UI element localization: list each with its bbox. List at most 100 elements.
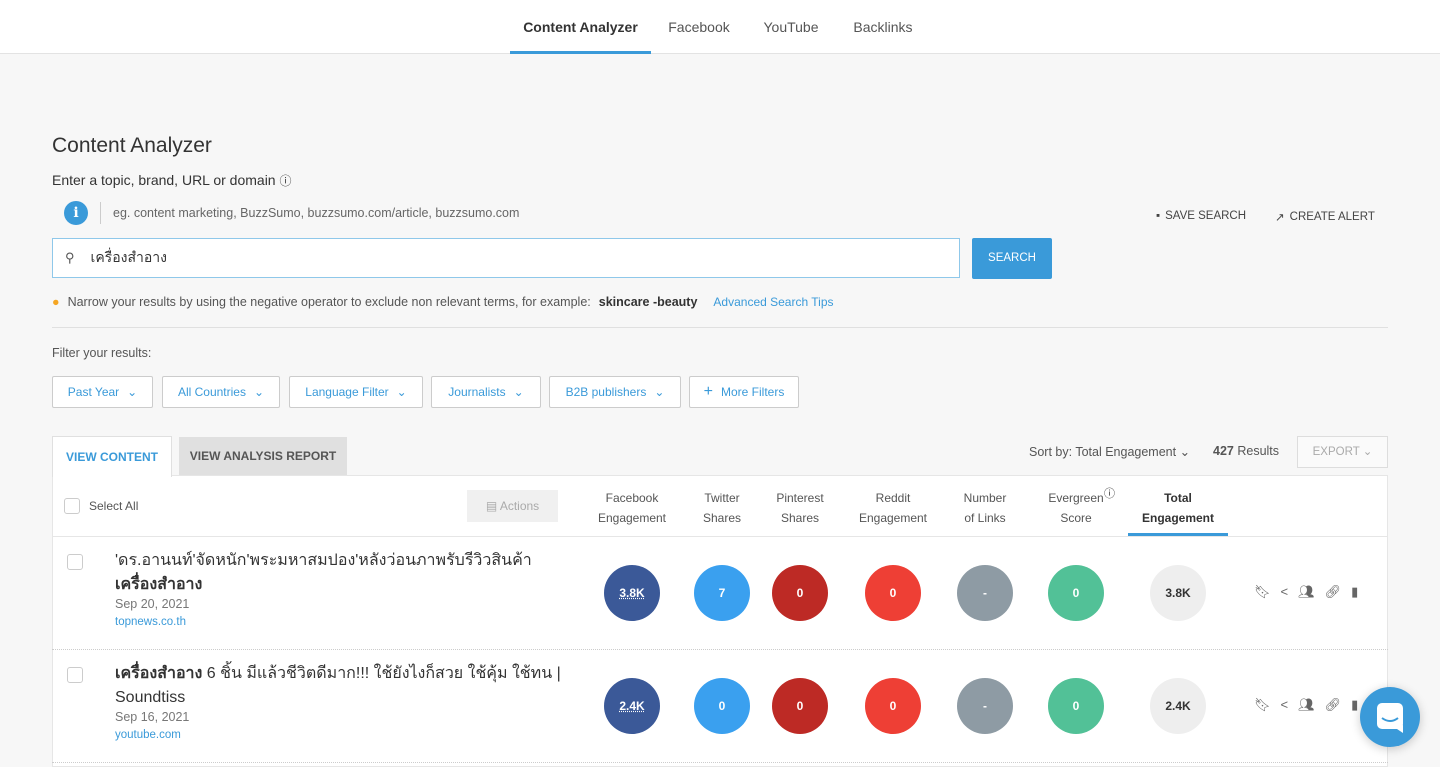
article-domain-link[interactable]: youtube.com	[115, 729, 565, 741]
article-title-link[interactable]: เครื่องสำอาง 6 ชิ้น มีแล้วชีวิตดีมาก!!! …	[115, 662, 565, 710]
column-header-facebook-engagement[interactable]: Facebook Engagement	[582, 488, 682, 528]
filter-label: Journalists	[448, 385, 506, 399]
tip-text: Narrow your results by using the negativ…	[67, 295, 591, 309]
filter-journalists[interactable]: Journalists ⌄	[431, 376, 541, 408]
tab-facebook[interactable]: Facebook	[660, 0, 738, 54]
share-icon[interactable]: <	[1281, 584, 1289, 600]
row-actions: 🔖︎ < 👥︎ 🔗︎ ▮	[1254, 697, 1358, 713]
save-search-label: SAVE SEARCH	[1165, 210, 1247, 222]
example-hint: i eg. content marketing, BuzzSumo, buzzs…	[64, 200, 519, 226]
sort-dropdown[interactable]: Sort by: Total Engagement ⌄	[1029, 444, 1190, 459]
create-alert-label: CREATE ALERT	[1289, 211, 1375, 223]
bookmark-icon[interactable]: 🔖︎	[1254, 584, 1271, 600]
link-icon[interactable]: 🔗︎	[1325, 584, 1342, 600]
search-label: Enter a topic, brand, URL or domain ⓘ	[52, 172, 292, 189]
divider	[100, 202, 101, 224]
trend-icon: ↗	[1275, 212, 1285, 224]
article-domain-link[interactable]: topnews.co.th	[115, 616, 565, 628]
header-line: Engagement	[858, 511, 928, 525]
info-icon[interactable]: ⓘ	[280, 174, 292, 188]
tab-content-analyzer[interactable]: Content Analyzer	[510, 0, 651, 54]
share-icon[interactable]: <	[1281, 697, 1289, 713]
header-line: Score	[1060, 511, 1092, 525]
header-line: Pinterest	[776, 491, 824, 505]
save-search-button[interactable]: ▪ SAVE SEARCH	[1156, 210, 1246, 222]
filter-b2b[interactable]: B2B publishers ⌄	[549, 376, 681, 408]
chevron-down-icon: ⌄	[396, 385, 407, 399]
column-header-pinterest-shares[interactable]: Pinterest Shares	[750, 488, 850, 528]
select-all-checkbox[interactable]	[64, 498, 80, 514]
search-input[interactable]: ⚲ เครื่องสำอาง	[52, 238, 960, 278]
info-icon[interactable]: ⓘ	[1104, 485, 1115, 501]
save-icon: ▪	[1156, 210, 1161, 222]
actions-button[interactable]: ▤ Actions	[467, 490, 558, 522]
label-text: Enter a topic, brand, URL or domain	[52, 172, 276, 188]
row-checkbox[interactable]	[67, 554, 83, 570]
total-engagement-value[interactable]: 3.8K	[1150, 565, 1206, 621]
facebook-engagement-value[interactable]: 3.8K	[604, 565, 660, 621]
divider	[52, 762, 1388, 763]
export-label: EXPORT	[1312, 446, 1360, 458]
count-suffix: Results	[1237, 444, 1280, 458]
tab-backlinks[interactable]: Backlinks	[845, 0, 921, 54]
twitter-shares-value: 0	[694, 678, 750, 734]
filter-language[interactable]: Language Filter ⌄	[289, 376, 423, 408]
tab-view-analysis-report[interactable]: VIEW ANALYSIS REPORT	[179, 437, 347, 475]
number-of-links-value: -	[957, 565, 1013, 621]
count: 427	[1213, 444, 1234, 458]
row-checkbox[interactable]	[67, 667, 83, 683]
bookmark-icon[interactable]: 🔖︎	[1254, 697, 1271, 713]
search-button[interactable]: SEARCH	[972, 238, 1052, 279]
search-value: เครื่องสำอาง	[90, 249, 167, 265]
actions-label: Actions	[499, 499, 540, 513]
number-of-links-value: -	[957, 678, 1013, 734]
chat-icon	[1377, 703, 1403, 733]
title-highlight: เครื่องสำอาง	[115, 665, 203, 682]
top-nav: Content Analyzer Facebook YouTube Backli…	[0, 0, 1440, 54]
tab-view-content[interactable]: VIEW CONTENT	[52, 436, 172, 477]
filter-past-year[interactable]: Past Year ⌄	[52, 376, 153, 408]
tab-youtube[interactable]: YouTube	[752, 0, 830, 54]
column-header-reddit-engagement[interactable]: Reddit Engagement	[843, 488, 943, 528]
header-line: Shares	[780, 511, 820, 525]
create-alert-button[interactable]: ↗ CREATE ALERT	[1275, 210, 1375, 224]
results-count: 427 Results	[1213, 444, 1279, 458]
advanced-search-tips-link[interactable]: Advanced Search Tips	[713, 295, 833, 309]
bar-chart-icon[interactable]: ▮	[1351, 697, 1358, 713]
header-line: Total	[1164, 491, 1192, 505]
article-title-link[interactable]: 'ดร.อานนท์'จัดหนัก'พระมหาสมปอง'หลังว่อนภ…	[115, 549, 565, 597]
header-line: Number	[963, 491, 1007, 505]
divider	[52, 536, 1388, 537]
divider	[52, 649, 1388, 650]
link-icon[interactable]: 🔗︎	[1325, 697, 1342, 713]
reddit-engagement-value: 0	[865, 565, 921, 621]
search-icon: ⚲	[65, 250, 75, 265]
chevron-down-icon: ⌄	[127, 385, 138, 399]
title-part: 'ดร.อานนท์'จัดหนัก'พระมหาสมปอง'หลังว่อนภ…	[115, 552, 532, 569]
example-text: eg. content marketing, BuzzSumo, buzzsum…	[113, 206, 520, 220]
header-line: of Links	[964, 511, 1006, 525]
chevron-down-icon: ⌄	[1179, 445, 1191, 459]
bar-chart-icon[interactable]: ▮	[1351, 584, 1358, 600]
total-engagement-value[interactable]: 2.4K	[1150, 678, 1206, 734]
evergreen-score-value: 0	[1048, 678, 1104, 734]
header-line: Engagement	[597, 511, 667, 525]
search-tip: ● Narrow your results by using the negat…	[52, 295, 834, 309]
divider	[52, 327, 1388, 328]
filter-countries[interactable]: All Countries ⌄	[162, 376, 280, 408]
people-icon[interactable]: 👥︎	[1298, 697, 1315, 713]
column-header-number-of-links[interactable]: Number of Links	[935, 488, 1035, 528]
more-filters-button[interactable]: + More Filters	[689, 376, 799, 408]
row-actions: 🔖︎ < 👥︎ 🔗︎ ▮	[1254, 584, 1358, 600]
twitter-shares-value: 7	[694, 565, 750, 621]
filter-label: Filter your results:	[52, 346, 152, 360]
filter-label: Past Year	[67, 385, 120, 399]
table-row: 'ดร.อานนท์'จัดหนัก'พระมหาสมปอง'หลังว่อนภ…	[115, 549, 565, 628]
chat-button[interactable]	[1360, 687, 1420, 747]
chevron-down-icon: ⌄	[654, 385, 665, 399]
article-date: Sep 16, 2021	[115, 710, 190, 724]
export-button[interactable]: EXPORT ⌄	[1297, 436, 1388, 468]
facebook-engagement-value[interactable]: 2.4K	[604, 678, 660, 734]
column-header-total-engagement[interactable]: Total Engagement	[1128, 488, 1228, 528]
people-icon[interactable]: 👥︎	[1298, 584, 1315, 600]
